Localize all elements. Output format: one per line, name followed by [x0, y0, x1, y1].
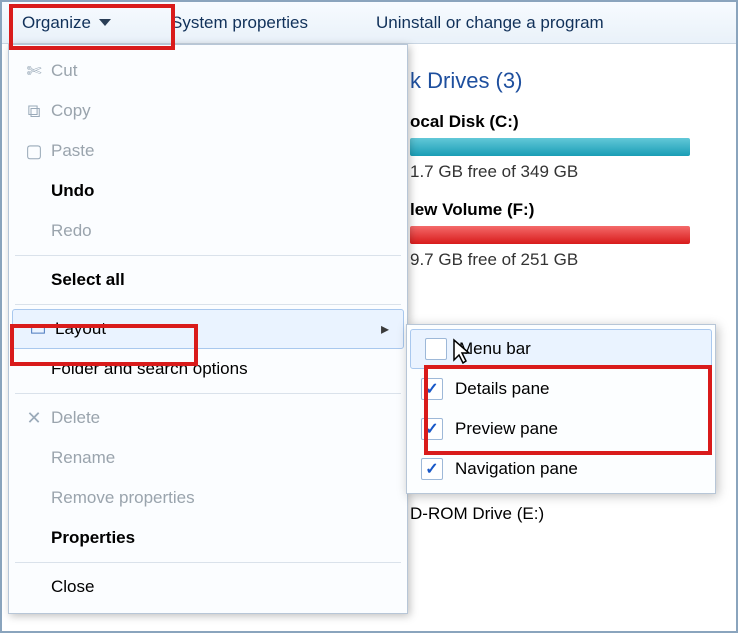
chevron-right-icon: ▸: [381, 319, 389, 339]
drive-c-bar: [410, 138, 690, 156]
drives-header: k Drives (3): [410, 68, 726, 94]
main-area: k Drives (3) ocal Disk (C:) 1.7 GB free …: [2, 44, 736, 631]
menu-rename[interactable]: Rename: [9, 438, 407, 478]
layout-icon: ▭: [21, 319, 55, 340]
organize-menu: ✄ Cut ⧉ Copy ▢ Paste Undo Redo Select al…: [8, 44, 408, 614]
toolbar: Organize System properties Uninstall or …: [2, 2, 736, 44]
menu-paste[interactable]: ▢ Paste: [9, 131, 407, 171]
menu-copy[interactable]: ⧉ Copy: [9, 91, 407, 131]
paste-icon: ▢: [17, 141, 51, 162]
separator: [15, 562, 401, 563]
menu-select-all[interactable]: Select all: [9, 260, 407, 300]
drive-c-free: 1.7 GB free of 349 GB: [410, 162, 726, 182]
checkbox-checked-icon: ✓: [421, 418, 443, 440]
organize-label: Organize: [22, 13, 91, 33]
menu-cut[interactable]: ✄ Cut: [9, 51, 407, 91]
separator: [15, 393, 401, 394]
menu-close[interactable]: Close: [9, 567, 407, 607]
copy-icon: ⧉: [17, 101, 51, 122]
drive-f-free: 9.7 GB free of 251 GB: [410, 250, 726, 270]
menu-folder-options[interactable]: Folder and search options: [9, 349, 407, 389]
organize-button[interactable]: Organize: [12, 9, 121, 37]
menu-remove-properties[interactable]: Remove properties: [9, 478, 407, 518]
checkbox-checked-icon: ✓: [421, 378, 443, 400]
submenu-details-pane[interactable]: ✓ Details pane: [407, 369, 715, 409]
menu-layout[interactable]: ▭ Layout ▸: [12, 309, 404, 349]
separator: [15, 255, 401, 256]
submenu-navigation-pane[interactable]: ✓ Navigation pane: [407, 449, 715, 489]
separator: [15, 304, 401, 305]
uninstall-program-button[interactable]: Uninstall or change a program: [362, 9, 618, 37]
drive-f-bar: [410, 226, 690, 244]
menu-delete[interactable]: ✕ Delete: [9, 398, 407, 438]
submenu-menu-bar[interactable]: ✓ Menu bar: [410, 329, 712, 369]
system-properties-button[interactable]: System properties: [157, 9, 322, 37]
layout-submenu: ✓ Menu bar ✓ Details pane ✓ Preview pane…: [406, 324, 716, 494]
drive-cdrom-label[interactable]: D-ROM Drive (E:): [410, 504, 726, 524]
drive-c-label[interactable]: ocal Disk (C:): [410, 112, 726, 132]
submenu-preview-pane[interactable]: ✓ Preview pane: [407, 409, 715, 449]
cut-icon: ✄: [17, 61, 51, 82]
caret-down-icon: [99, 19, 111, 26]
menu-redo[interactable]: Redo: [9, 211, 407, 251]
delete-icon: ✕: [17, 408, 51, 429]
checkbox-checked-icon: ✓: [421, 458, 443, 480]
menu-properties[interactable]: Properties: [9, 518, 407, 558]
drive-f-label[interactable]: lew Volume (F:): [410, 200, 726, 220]
checkbox-icon: ✓: [425, 338, 447, 360]
menu-undo[interactable]: Undo: [9, 171, 407, 211]
